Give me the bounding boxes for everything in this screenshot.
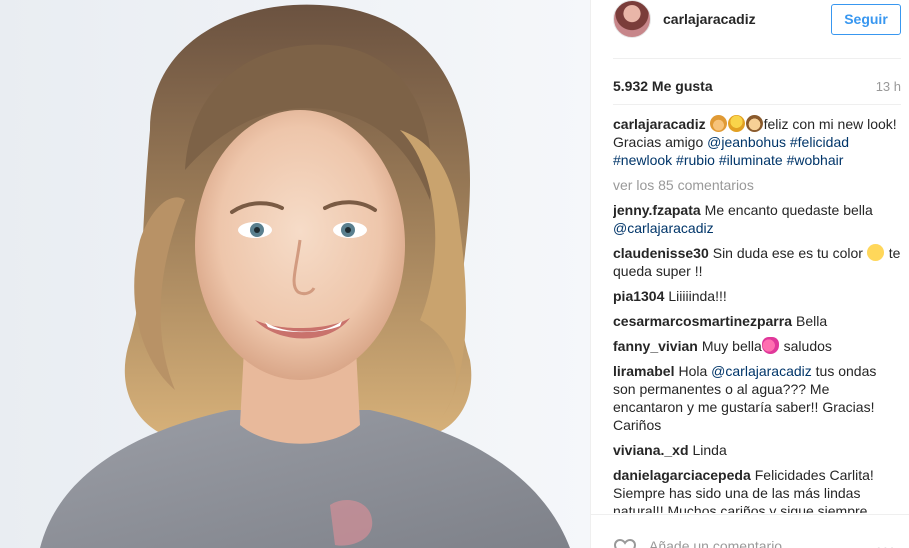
comments-list[interactable]: carlajaracadiz feliz con mi new look! Gra… (613, 115, 901, 513)
comment-username[interactable]: viviana._xd (613, 442, 689, 458)
comment-username[interactable]: liramabel (613, 363, 674, 379)
comment-username[interactable]: cesarmarcosmartinezparra (613, 313, 792, 329)
portrait-image (0, 0, 590, 548)
caption-username[interactable]: carlajaracadiz (613, 116, 706, 132)
view-all-comments-link[interactable]: ver los 85 comentarios (613, 176, 901, 194)
comment-text: Linda (692, 442, 727, 458)
comment-text: Muy bella (701, 338, 762, 354)
comment-input-row: ••• (591, 514, 909, 548)
comment-text: Liiiiinda!!! (668, 288, 727, 304)
comment-item: cesarmarcosmartinezparra Bella (613, 312, 901, 330)
woman-face-emoji-icon (745, 115, 763, 132)
header-divider (613, 58, 901, 59)
follow-button[interactable]: Seguir (831, 4, 901, 35)
caption: carlajaracadiz feliz con mi new look! Gra… (613, 115, 901, 169)
comment-username[interactable]: pia1304 (613, 288, 664, 304)
post-author-username[interactable]: carlajaracadiz (663, 11, 756, 27)
likes-count[interactable]: 5.932 Me gusta (613, 78, 713, 94)
comment-item: liramabel Hola @carlajaracadiz tus ondas … (613, 362, 901, 434)
comment-text-before: Hola (678, 363, 712, 379)
comment-item: jenny.fzapata Me encanto quedaste bella @… (613, 201, 901, 237)
hashtag-newlook[interactable]: #newlook (613, 152, 672, 168)
hashtag-rubio[interactable]: #rubio (676, 152, 715, 168)
comment-username[interactable]: claudenisse30 (613, 245, 709, 261)
comment-mention[interactable]: @carlajaracadiz (711, 363, 812, 379)
profile-avatar[interactable] (613, 0, 651, 38)
likes-divider (613, 104, 901, 105)
two-hearts-emoji-icon (761, 337, 779, 354)
comment-item: pia1304 Liiiiinda!!! (613, 287, 901, 305)
hashtag-wobhair[interactable]: #wobhair (787, 152, 844, 168)
post-time[interactable]: 13 h (876, 79, 901, 94)
comment-item: viviana._xd Linda (613, 441, 901, 459)
comment-text: Sin duda ese es tu color (712, 245, 863, 261)
hashtag-felicidad[interactable]: #felicidad (790, 134, 849, 150)
more-options-icon[interactable]: ••• (876, 542, 896, 548)
post-header: carlajaracadiz Seguir (591, 0, 909, 58)
post-details-panel: carlajaracadiz Seguir 5.932 Me gusta 13 … (590, 0, 909, 548)
relieved-emoji-icon (866, 244, 884, 261)
caption-mention[interactable]: @jeanbohus (707, 134, 786, 150)
comment-text-cont: saludos (779, 338, 832, 354)
comment-item: claudenisse30 Sin duda ese es tu color te… (613, 244, 901, 280)
comment-text: Bella (796, 313, 828, 329)
comment-username[interactable]: fanny_vivian (613, 338, 698, 354)
comment-username[interactable]: danielagarciacepeda (613, 467, 751, 483)
likes-row: 5.932 Me gusta 13 h (613, 78, 901, 98)
hashtag-iluminate[interactable]: #iluminate (719, 152, 783, 168)
comment-username[interactable]: jenny.fzapata (613, 202, 701, 218)
comment-item: danielagarciacepeda Felicidades Carlita! … (613, 466, 901, 513)
comment-text: Me encanto quedaste bella (704, 202, 873, 218)
comment-mention[interactable]: @carlajaracadiz (613, 220, 714, 236)
comment-item: fanny_vivian Muy bella saludos (613, 337, 901, 355)
post-photo[interactable] (0, 0, 590, 548)
comment-input[interactable] (649, 537, 849, 548)
haircut-emoji-icon (709, 115, 727, 132)
heart-outline-icon[interactable] (613, 537, 637, 548)
dancer-emoji-icon (727, 115, 745, 132)
